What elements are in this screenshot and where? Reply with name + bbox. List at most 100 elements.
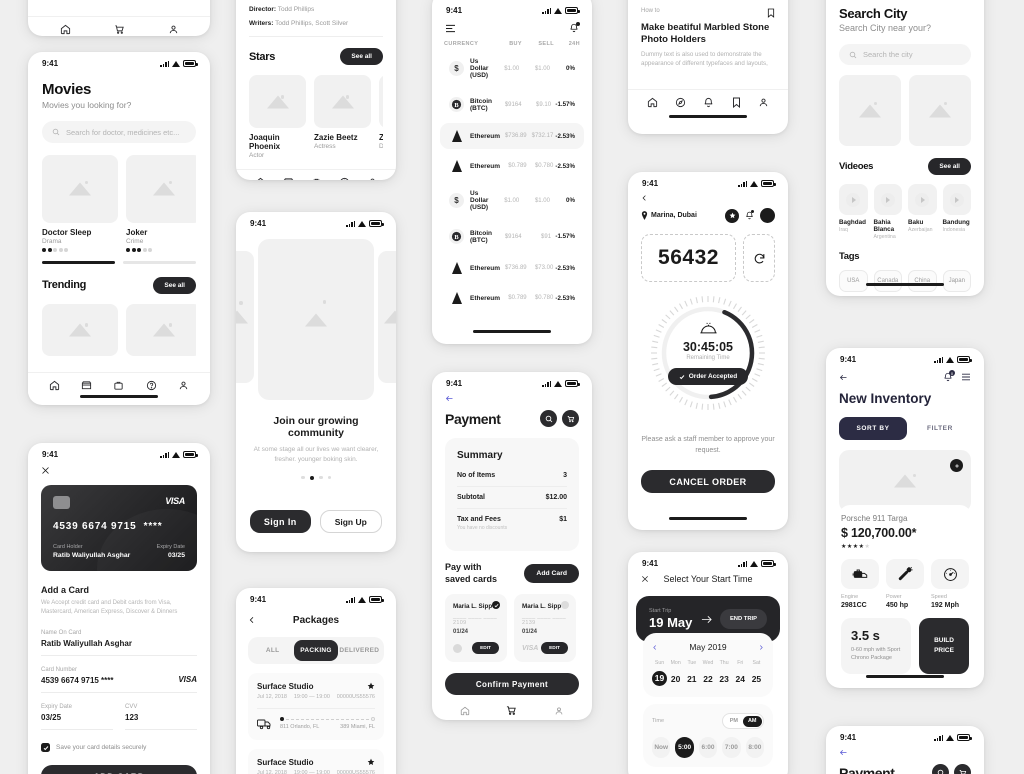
see-all-button[interactable]: See all <box>153 276 196 294</box>
arrow-left-icon[interactable] <box>445 394 454 403</box>
list-item[interactable]: Bandung Indonesia <box>942 184 971 240</box>
number-field-value[interactable]: 4539 6674 9715 **** <box>41 676 114 685</box>
star-icon[interactable] <box>725 208 739 223</box>
table-row[interactable]: $ Us Dollar (USD) $1.00 $1.00 0% <box>440 51 584 86</box>
arrow-left-icon[interactable] <box>839 748 848 757</box>
search-button[interactable] <box>540 410 557 427</box>
add-card-button[interactable]: Add Card <box>524 564 579 584</box>
meridiem-am[interactable]: AM <box>742 715 762 727</box>
hamburger-icon[interactable] <box>961 373 971 381</box>
home-icon[interactable] <box>255 177 266 180</box>
tag-chip[interactable]: Japan <box>942 270 971 292</box>
end-trip-button[interactable]: END TRIP <box>719 609 767 629</box>
add-card-button[interactable]: ADD CARD <box>41 765 197 774</box>
time-slot-selected[interactable]: 5:00 <box>675 737 694 758</box>
home-icon[interactable] <box>49 380 60 391</box>
close-icon[interactable] <box>41 466 50 475</box>
tab-all[interactable]: ALL <box>251 640 294 661</box>
tag-chip[interactable]: China <box>908 270 937 292</box>
list-item[interactable]: Baku Azerbaijan <box>908 184 937 240</box>
list-item[interactable]: Zazie Beetz Actress <box>314 75 371 159</box>
search-input[interactable]: Search for doctor, medicines etc... <box>42 121 196 143</box>
list-item[interactable]: Doctor Sleep Drama <box>42 155 118 252</box>
table-row[interactable]: Surface Studio Jul 12, 2018 19:00 — 19:0… <box>248 673 384 740</box>
tabbar[interactable] <box>432 695 592 720</box>
carousel-dot[interactable] <box>327 475 331 480</box>
tabbar[interactable] <box>236 169 396 180</box>
tag-chip[interactable]: Canada <box>873 270 902 292</box>
trending-poster[interactable] <box>42 303 118 356</box>
table-row[interactable]: Ethereum $0.789 $0.780 -2.53% <box>440 285 584 311</box>
tab-delivered[interactable]: DELIVERED <box>338 640 381 661</box>
table-row[interactable]: Surface Studio Jul 12, 2018 19:00 — 19:0… <box>248 749 384 774</box>
tag-chip[interactable]: USA <box>839 270 868 292</box>
edit-card-button[interactable]: EDIT <box>541 642 568 655</box>
bell-icon[interactable] <box>745 210 754 220</box>
tab-group[interactable]: ALL PACKING DELIVERED <box>248 637 384 664</box>
profile-icon[interactable] <box>554 706 564 716</box>
carousel-dot-active[interactable] <box>309 475 314 481</box>
plus-circle-icon[interactable] <box>950 459 963 472</box>
edit-card-button[interactable]: EDIT <box>472 642 499 655</box>
tabbar[interactable] <box>28 372 210 395</box>
time-slot[interactable]: Now <box>652 737 671 758</box>
cart-icon[interactable] <box>114 24 125 35</box>
home-icon[interactable] <box>60 24 71 35</box>
table-row[interactable]: Ethereum $736.89 $732.17 -2.53% <box>440 123 584 149</box>
chevron-right-icon[interactable] <box>758 644 764 651</box>
see-all-button[interactable]: See all <box>928 158 971 175</box>
cart-icon[interactable] <box>506 705 517 716</box>
star-icon[interactable] <box>367 758 375 766</box>
tabbar[interactable] <box>628 88 788 112</box>
help-icon[interactable] <box>339 177 350 180</box>
list-item[interactable]: Zazie Beetz Director <box>379 75 383 159</box>
sort-by-button[interactable]: SORT BY <box>839 417 907 440</box>
cart-button[interactable] <box>954 764 971 774</box>
profile-icon[interactable] <box>367 177 378 180</box>
time-slot[interactable]: 8:00 <box>745 737 765 758</box>
confirm-payment-button[interactable]: Confirm Payment <box>445 673 579 696</box>
carousel-dot[interactable] <box>301 475 305 480</box>
list-item[interactable]: Joaquin Phoenix Actor <box>249 75 306 159</box>
time-slot[interactable]: 6:00 <box>698 737 718 758</box>
tabbar[interactable] <box>28 16 210 36</box>
profile-icon[interactable] <box>758 97 769 108</box>
calendar-date[interactable]: 23 <box>717 674 732 684</box>
city-photo[interactable] <box>839 75 901 146</box>
bell-icon[interactable]: 0 <box>943 370 955 382</box>
saved-card[interactable]: Maria L. Sipp ____ ____ ____ 2109 01/24 … <box>445 594 507 663</box>
table-row[interactable]: B Bitcoin (BTC) $9164 $91 -1.57% <box>440 222 584 251</box>
table-row[interactable]: $ Us Dollar (USD) $1.00 $1.00 0% <box>440 183 584 218</box>
compass-icon[interactable] <box>675 97 686 108</box>
profile-icon[interactable] <box>168 24 179 35</box>
time-slot[interactable]: 7:00 <box>722 737 741 758</box>
calendar-date-selected[interactable]: 19 <box>652 671 667 686</box>
profile-icon[interactable] <box>178 380 189 391</box>
carousel-slide-prev[interactable] <box>236 251 254 383</box>
list-item[interactable]: Baghdad Iraq <box>839 184 868 240</box>
build-price-button[interactable]: BUILD PRICE <box>919 618 969 674</box>
sort-filter-bar[interactable]: SORT BY FILTER <box>839 417 971 440</box>
bag-icon[interactable] <box>113 380 124 391</box>
tab-packing[interactable]: PACKING <box>294 640 338 661</box>
filter-button[interactable]: FILTER <box>913 425 953 432</box>
meridiem-toggle[interactable]: PM AM <box>722 713 764 729</box>
home-icon[interactable] <box>647 97 658 108</box>
bell-icon[interactable] <box>703 97 714 108</box>
store-icon[interactable] <box>81 380 92 391</box>
carousel-dot[interactable] <box>319 475 323 480</box>
cancel-order-button[interactable]: CANCEL ORDER <box>641 470 775 494</box>
table-row[interactable]: Ethereum $0.789 $0.780 -2.53% <box>440 153 584 179</box>
carousel-slide-active[interactable] <box>258 239 374 400</box>
arrow-left-icon[interactable] <box>839 373 848 382</box>
save-card-checkbox[interactable] <box>41 743 50 752</box>
list-item[interactable]: Joker Crime <box>126 155 196 252</box>
calendar-date[interactable]: 25 <box>749 674 764 684</box>
store-icon[interactable] <box>283 177 294 180</box>
avatar[interactable] <box>760 208 775 223</box>
star-icon[interactable] <box>367 682 375 690</box>
cvv-field-value[interactable]: 123 <box>125 713 197 722</box>
saved-card[interactable]: Maria L. Sipp ____ ____ ____ 2139 01/24 … <box>514 594 576 663</box>
sign-in-button[interactable]: Sign In <box>250 510 311 534</box>
cart-button[interactable] <box>562 410 579 427</box>
